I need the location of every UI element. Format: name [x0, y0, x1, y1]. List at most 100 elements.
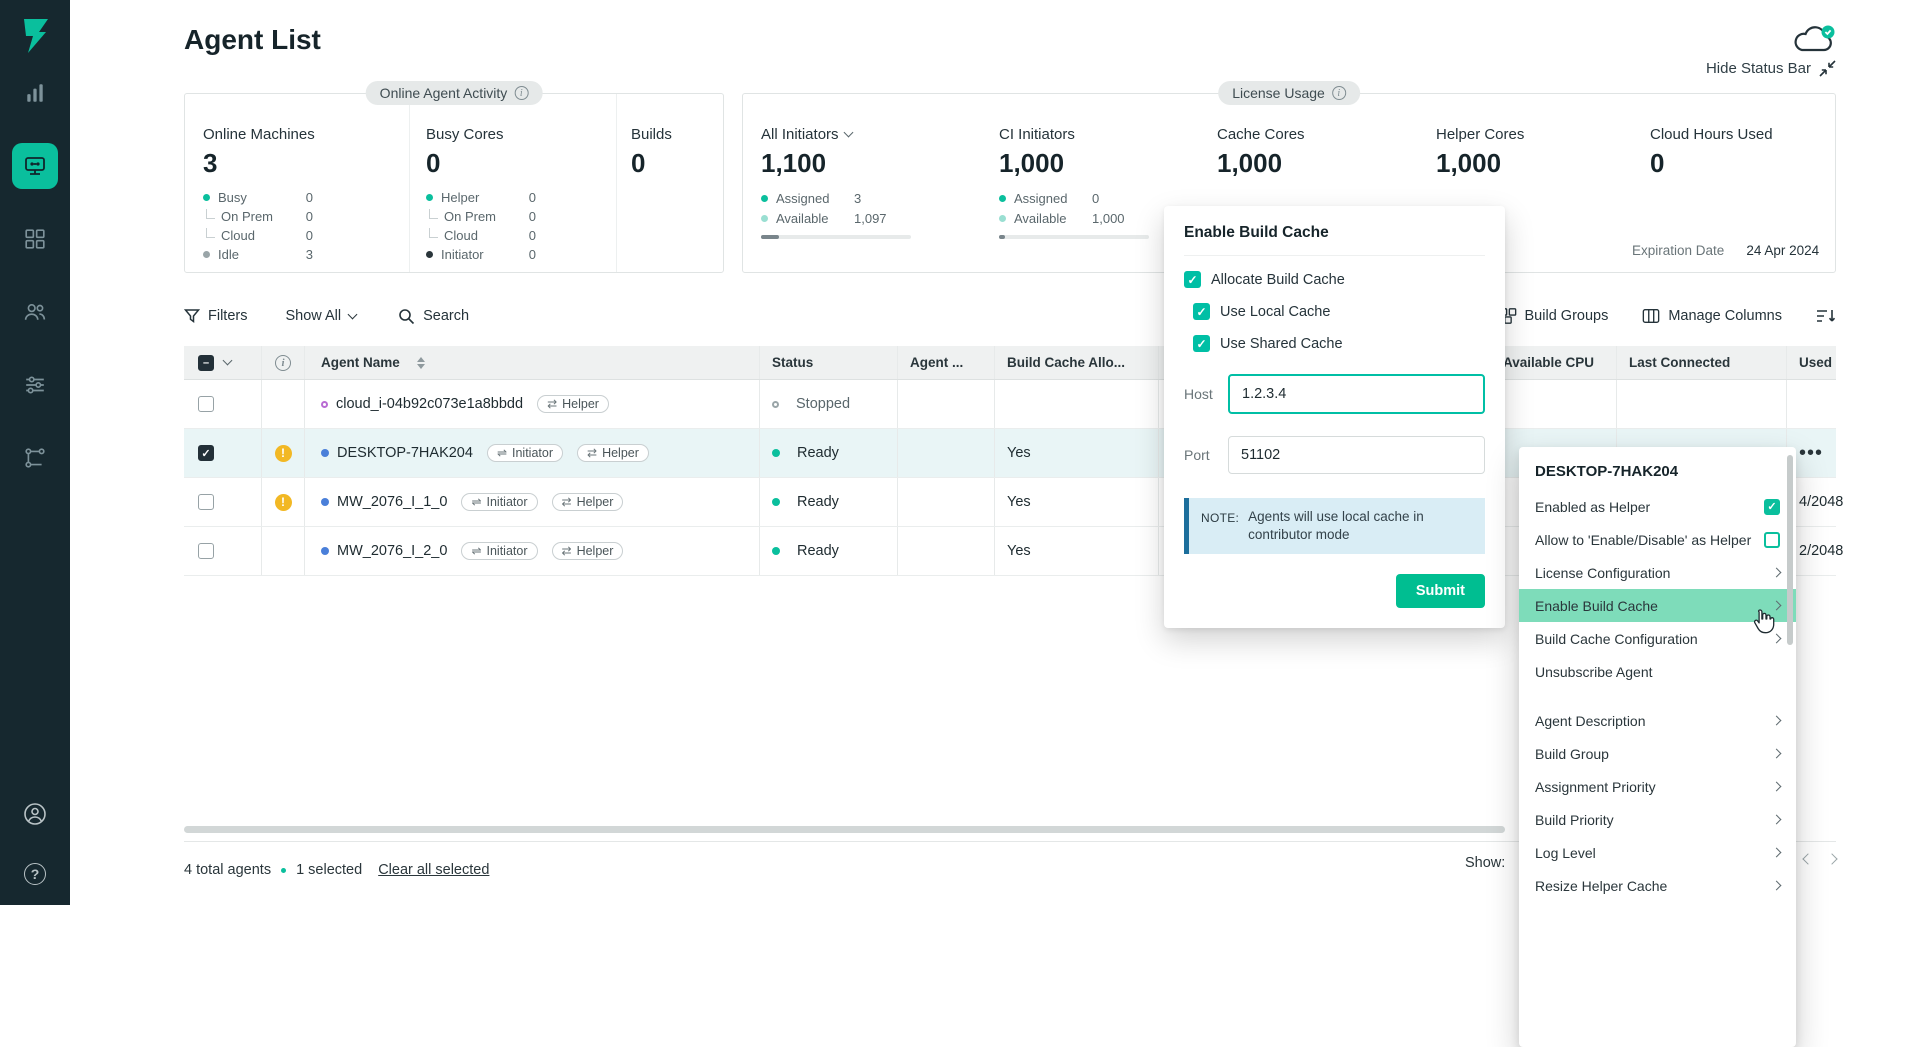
sidebar-item-help[interactable]: ?: [12, 851, 58, 897]
sidebar-item-account[interactable]: [12, 791, 58, 837]
row-checkbox[interactable]: [198, 543, 214, 559]
menu-item-build-priority[interactable]: Build Priority: [1519, 803, 1796, 836]
selection-dropdown-icon[interactable]: [223, 356, 233, 366]
header-agent-name[interactable]: Agent Name: [304, 346, 759, 379]
port-input[interactable]: [1228, 436, 1485, 474]
row-checkbox[interactable]: [198, 396, 214, 412]
clear-selected-link[interactable]: Clear all selected: [378, 862, 489, 878]
sort-button[interactable]: [1816, 307, 1836, 325]
help-icon: ?: [24, 863, 46, 885]
submit-button[interactable]: Submit: [1396, 574, 1485, 608]
sort-icon: [1816, 307, 1836, 325]
stopped-dot: [772, 401, 779, 408]
header-available-cpu[interactable]: Available CPU: [1490, 346, 1616, 379]
menu-item-unsubscribe-agent[interactable]: Unsubscribe Agent: [1519, 655, 1796, 688]
checkbox-checked-icon[interactable]: ✓: [1184, 271, 1201, 288]
menu-item-log-level[interactable]: Log Level: [1519, 836, 1796, 869]
helper-cores-value: 1,000: [1436, 148, 1632, 179]
note-box: NOTE: Agents will use local cache in con…: [1184, 498, 1485, 554]
cloud-hours-value: 0: [1650, 148, 1835, 179]
warning-icon[interactable]: !: [275, 494, 292, 511]
sidebar-item-analytics[interactable]: [12, 70, 58, 116]
host-input[interactable]: [1228, 374, 1485, 414]
sidebar-item-agents[interactable]: [12, 143, 58, 189]
manage-columns-label: Manage Columns: [1668, 308, 1782, 324]
app-logo[interactable]: [0, 0, 70, 70]
row-checkbox[interactable]: [198, 494, 214, 510]
agent-name: MW_2076_I_2_0: [337, 543, 447, 559]
menu-item-enable-build-cache[interactable]: Enable Build Cache: [1519, 589, 1796, 622]
table-toolbar: Filters Show All Search: [184, 303, 1836, 329]
status-text: Ready: [797, 445, 839, 461]
initiator-chip: ⇌Initiator: [461, 542, 537, 560]
ci-initiators-label: CI Initiators: [999, 126, 1199, 143]
menu-item-license-configuration[interactable]: License Configuration: [1519, 556, 1796, 589]
menu-item-build-cache-configuration[interactable]: Build Cache Configuration: [1519, 622, 1796, 655]
sidebar-item-settings[interactable]: [12, 362, 58, 408]
menu-item-agent-description[interactable]: Agent Description: [1519, 704, 1796, 737]
row-menu-button[interactable]: •••: [1799, 448, 1823, 458]
manage-columns-button[interactable]: Manage Columns: [1642, 307, 1782, 325]
hide-status-bar[interactable]: Hide Status Bar: [184, 60, 1836, 77]
table-header-row: – i Agent Name Status Agent ... Build Ca…: [184, 346, 1836, 380]
use-shared-cache-checkbox-row[interactable]: ✓ Use Shared Cache: [1193, 335, 1485, 352]
row-checkbox[interactable]: ✓: [198, 445, 214, 461]
header-used-helper[interactable]: Used He...: [1786, 346, 1836, 379]
activity-badge-label: Online Agent Activity: [380, 85, 508, 101]
license-badge[interactable]: License Usage i: [1218, 81, 1360, 105]
total-agents-label: 4 total agents: [184, 862, 271, 878]
modal-title: Enable Build Cache: [1184, 224, 1485, 256]
alerts-column-icon: i: [275, 355, 291, 371]
legend-available: Available 1,000: [999, 208, 1167, 228]
activity-badge[interactable]: Online Agent Activity i: [366, 81, 543, 105]
table-row[interactable]: cloud_i-04b92c073e1a8bbdd ⇄Helper Stoppe…: [184, 380, 1836, 429]
menu-item-build-group[interactable]: Build Group: [1519, 737, 1796, 770]
use-local-cache-checkbox-row[interactable]: ✓ Use Local Cache: [1193, 303, 1485, 320]
menu-item-enabled-as-helper[interactable]: Enabled as Helper ✓: [1519, 490, 1796, 523]
online-machines-label: Online Machines: [203, 126, 409, 143]
menu-item-allow-enable-disable[interactable]: Allow to 'Enable/Disable' as Helper: [1519, 523, 1796, 556]
used-helper-value: 2/2048: [1799, 543, 1843, 559]
header-status[interactable]: Status: [759, 346, 897, 379]
users-icon: [24, 301, 46, 323]
chevron-right-icon: [1772, 601, 1782, 611]
menu-item-assignment-priority[interactable]: Assignment Priority: [1519, 770, 1796, 803]
sidebar-item-builds[interactable]: [12, 216, 58, 262]
header-agent[interactable]: Agent ...: [897, 346, 994, 379]
next-page-icon[interactable]: [1826, 853, 1837, 864]
ready-dot: [772, 449, 780, 457]
checkbox-checked-icon[interactable]: ✓: [1193, 335, 1210, 352]
checkbox-unchecked-icon[interactable]: [1764, 532, 1780, 548]
sidebar-item-users[interactable]: [12, 289, 58, 335]
show-all-dropdown[interactable]: Show All: [285, 308, 356, 324]
search-button[interactable]: Search: [398, 308, 469, 325]
checkbox-checked-icon[interactable]: ✓: [1193, 303, 1210, 320]
helper-cores-label: Helper Cores: [1436, 126, 1632, 143]
busy-cores-value: 0: [426, 148, 616, 179]
filters-button[interactable]: Filters: [184, 308, 247, 324]
sidebar-item-pipeline[interactable]: [12, 435, 58, 481]
online-machines-col: Online Machines 3 Busy 0 On Prem 0: [185, 94, 410, 272]
menu-item-resize-helper-cache[interactable]: Resize Helper Cache: [1519, 869, 1796, 902]
header-last-connected[interactable]: Last Connected: [1616, 346, 1786, 379]
select-all-checkbox[interactable]: –: [198, 355, 214, 371]
expiration-date: Expiration Date 24 Apr 2024: [1632, 243, 1819, 258]
info-icon: i: [1332, 86, 1346, 100]
warning-icon[interactable]: !: [275, 445, 292, 462]
legend-assigned: Assigned 3: [761, 188, 929, 208]
agent-dot: [321, 498, 329, 506]
builds-value: 0: [631, 148, 723, 179]
builds-col: Builds 0: [617, 94, 723, 272]
cloud-status-icon[interactable]: [1792, 24, 1836, 58]
header-build-cache[interactable]: Build Cache Allo...: [994, 346, 1158, 379]
all-initiators-dropdown[interactable]: All Initiators: [761, 126, 981, 143]
swap-icon: ⇄: [587, 446, 597, 460]
allocate-build-cache-checkbox-row[interactable]: ✓ Allocate Build Cache: [1184, 271, 1485, 288]
initiators-usage-bar: [761, 235, 911, 239]
prev-page-icon[interactable]: [1802, 853, 1813, 864]
context-menu-scrollbar[interactable]: [1787, 455, 1793, 645]
checkbox-checked-icon[interactable]: ✓: [1764, 499, 1780, 515]
search-icon: [398, 308, 415, 325]
ci-usage-bar: [999, 235, 1149, 239]
build-groups-button[interactable]: Build Groups: [1499, 307, 1609, 325]
